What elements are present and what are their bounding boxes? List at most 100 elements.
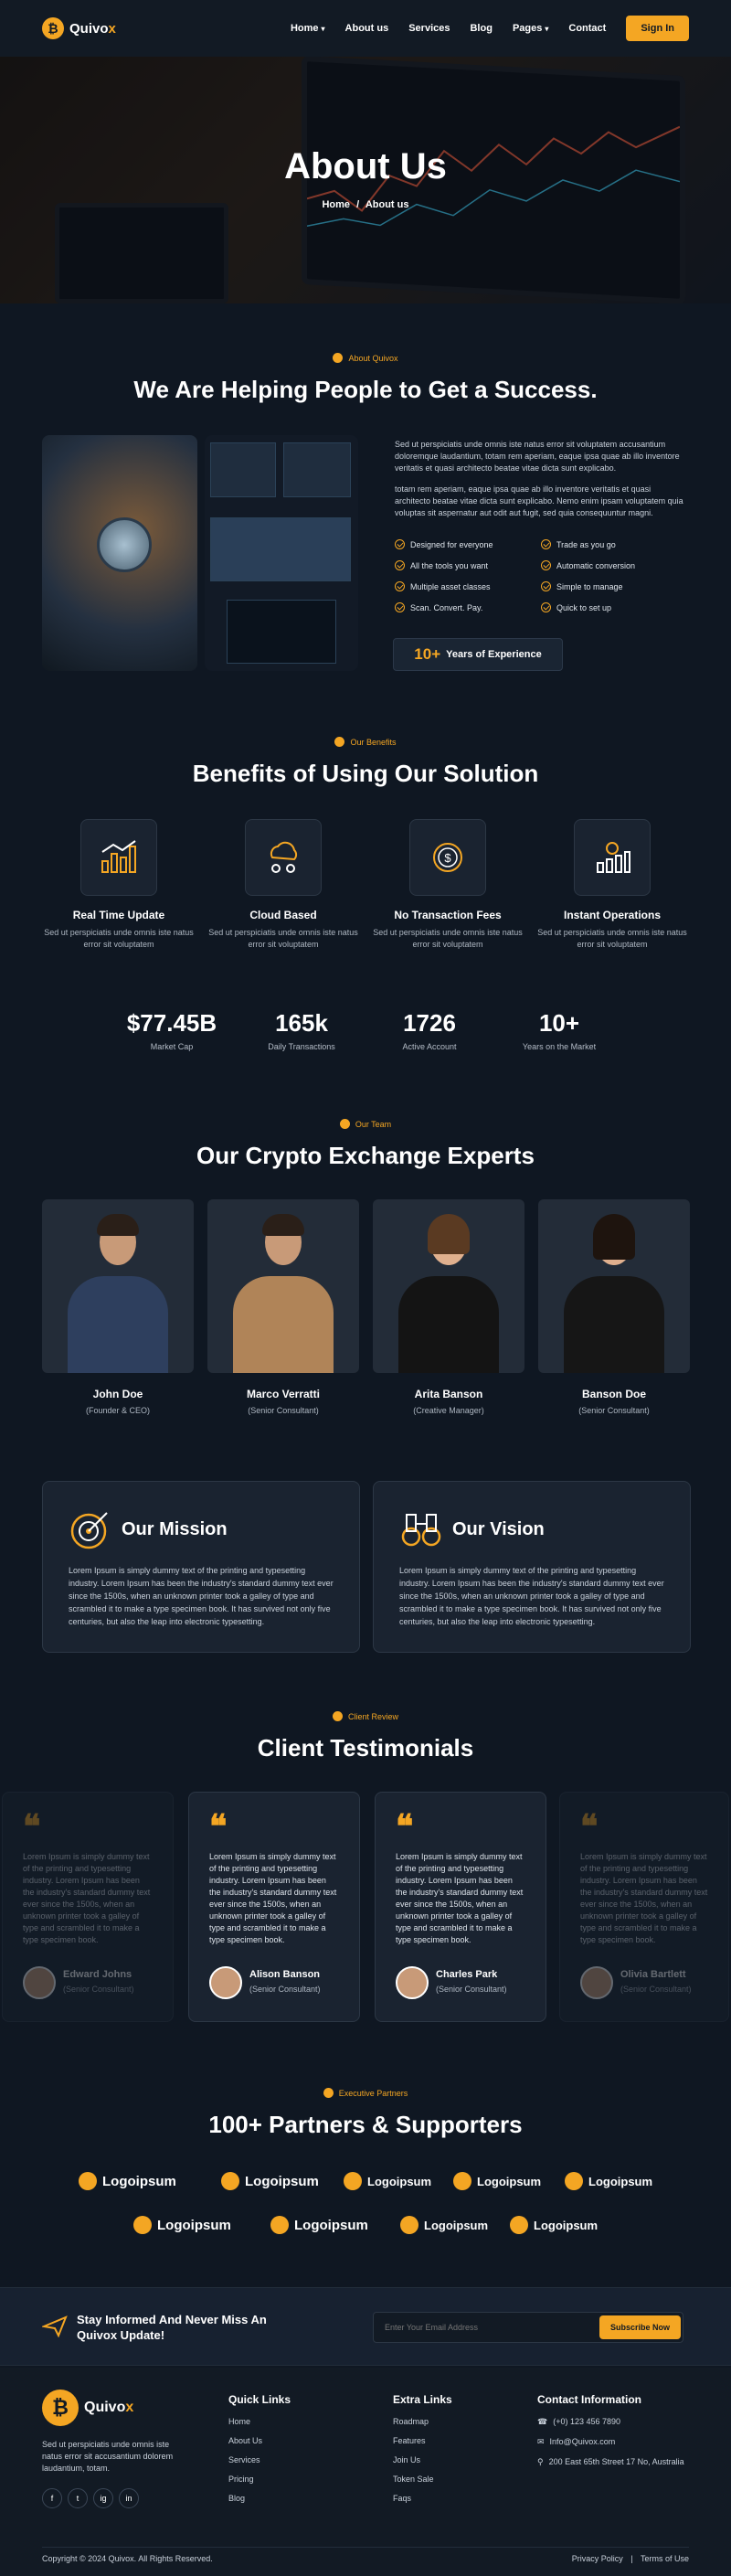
list-item: Scan. Convert. Pay.	[395, 602, 541, 612]
list-item: Designed for everyone	[395, 539, 541, 549]
gear-growth-icon	[574, 819, 651, 896]
breadcrumb-current: About us	[365, 199, 409, 210]
nav-item-blog[interactable]: Blog	[470, 23, 492, 34]
contact-info: Contact Information ☎ (+0) 123 456 7890 ✉…	[537, 2393, 684, 2466]
footer-link[interactable]: About Us	[228, 2436, 291, 2445]
footer-link[interactable]: Faqs	[393, 2494, 452, 2503]
experience-label: Years of Experience	[446, 649, 542, 660]
brand-logo[interactable]: ₿ Quivox	[42, 17, 116, 39]
signin-button[interactable]: Sign In	[626, 16, 689, 41]
terms-link[interactable]: Terms of Use	[641, 2554, 689, 2563]
benefit-title: Cloud Based	[249, 909, 317, 921]
privacy-link[interactable]: Privacy Policy	[572, 2554, 623, 2563]
nav-item-contact[interactable]: Contact	[568, 23, 606, 34]
footer-link[interactable]: Token Sale	[393, 2475, 452, 2484]
tag-dot-icon	[334, 737, 345, 747]
benefits-section-header: Our Benefits Benefits of Using Our Solut…	[0, 737, 731, 788]
benefit-title: No Transaction Fees	[394, 909, 502, 921]
footer-link[interactable]: Services	[228, 2455, 291, 2464]
brand-name: Quivo	[69, 20, 109, 37]
quote-icon: ❝	[580, 1807, 599, 1846]
benefit-card: $ No Transaction Fees Sed ut perspiciati…	[370, 819, 525, 951]
nav-item-services[interactable]: Services	[408, 23, 450, 34]
chevron-down-icon: ▾	[321, 24, 325, 33]
testimonial-card: ❝ Lorem Ipsum is simply dummy text of th…	[375, 1792, 546, 2022]
twitter-icon[interactable]: t	[68, 2488, 88, 2508]
quote-icon: ❝	[23, 1807, 41, 1846]
svg-text:$: $	[444, 851, 451, 865]
footer-divider	[42, 2547, 689, 2548]
footer-link[interactable]: Home	[228, 2417, 291, 2426]
hero-banner: About Us Home / About us	[0, 57, 731, 303]
team-member-card[interactable]: John Doe (Founder & CEO)	[42, 1199, 194, 1415]
partner-logo: Logoipsum	[400, 2216, 488, 2234]
team-member-card[interactable]: Arita Banson (Creative Manager)	[373, 1199, 524, 1415]
stat-item: 10+ Years on the Market	[495, 1009, 623, 1054]
dollar-coin-icon: $	[409, 819, 486, 896]
logo-mark-icon	[453, 2172, 471, 2190]
list-item: Quick to set up	[541, 602, 687, 612]
facebook-icon[interactable]: f	[42, 2488, 62, 2508]
section-title: Client Testimonials	[257, 1734, 474, 1762]
breadcrumb-home[interactable]: Home	[322, 199, 350, 210]
member-name: John Doe	[92, 1388, 143, 1400]
member-role: (Founder & CEO)	[85, 1406, 151, 1415]
nav-item-pages[interactable]: Pages ▾	[513, 23, 548, 34]
subscribe-button[interactable]: Subscribe Now	[599, 2315, 682, 2339]
check-circle-icon	[395, 560, 405, 570]
benefit-desc: Sed ut perspiciatis unde omnis iste natu…	[44, 928, 194, 949]
author-name: Charles Park	[436, 1969, 498, 1980]
author-role: (Senior Consultant)	[249, 1985, 321, 1994]
testimonial-card: ❝ Lorem Ipsum is simply dummy text of th…	[559, 1792, 729, 2022]
logo-mark-icon	[79, 2172, 97, 2190]
footer-link[interactable]: Join Us	[393, 2455, 452, 2464]
binoculars-icon	[401, 1514, 441, 1547]
logo-mark-icon	[133, 2216, 152, 2234]
logo-mark-icon	[221, 2172, 239, 2190]
member-name: Marco Verratti	[246, 1388, 321, 1400]
footer-link[interactable]: Roadmap	[393, 2417, 452, 2426]
partner-logo: Logoipsum	[565, 2172, 652, 2190]
page-title: About Us	[284, 146, 447, 186]
instagram-icon[interactable]: ig	[93, 2488, 113, 2508]
top-navbar: ₿ Quivox Home ▾ About us Services Blog Pa…	[0, 0, 731, 57]
footer-link[interactable]: Features	[393, 2436, 452, 2445]
member-role: (Senior Consultant)	[248, 1406, 319, 1415]
check-circle-icon	[395, 602, 405, 612]
team-member-card[interactable]: Marco Verratti (Senior Consultant)	[207, 1199, 359, 1415]
mission-card: Our Mission Lorem Ipsum is simply dummy …	[42, 1481, 360, 1653]
author-role: (Senior Consultant)	[620, 1985, 692, 1994]
logo-mark-icon	[344, 2172, 362, 2190]
testimonial-text: Lorem Ipsum is simply dummy text of the …	[23, 1852, 151, 1944]
site-footer: ₿ Quivox Sed ut perspiciatis unde omnis …	[0, 2368, 731, 2576]
logo-mark-icon	[510, 2216, 528, 2234]
partner-logo: Logoipsum	[453, 2172, 541, 2190]
section-title: 100+ Partners & Supporters	[208, 2111, 523, 2138]
contact-phone[interactable]: (+0) 123 456 7890	[553, 2417, 620, 2426]
footer-logo[interactable]: ₿ Quivox	[42, 2390, 133, 2426]
check-circle-icon	[541, 581, 551, 591]
nav-item-about[interactable]: About us	[345, 23, 389, 34]
tag-dot-icon	[323, 2088, 334, 2098]
avatar	[580, 1966, 613, 1999]
benefit-title: Real Time Update	[72, 909, 165, 921]
contact-email[interactable]: Info@Quivox.com	[550, 2437, 616, 2446]
author-name: Alison Banson	[249, 1969, 321, 1980]
author-role: (Senior Consultant)	[63, 1985, 134, 1994]
about-section-header: About Quivox We Are Helping People to Ge…	[0, 353, 731, 404]
list-item: Automatic conversion	[541, 560, 687, 570]
testimonial-text: Lorem Ipsum is simply dummy text of the …	[396, 1852, 524, 1944]
testimonial-card: ❝ Lorem Ipsum is simply dummy text of th…	[188, 1792, 360, 2022]
author-role: (Senior Consultant)	[436, 1985, 507, 1994]
section-title: Our Crypto Exchange Experts	[196, 1142, 535, 1169]
extra-links: Extra Links Roadmap Features Join Us Tok…	[393, 2393, 452, 2503]
footer-link[interactable]: Pricing	[228, 2475, 291, 2484]
linkedin-icon[interactable]: in	[119, 2488, 139, 2508]
social-links: f t ig in	[42, 2488, 144, 2508]
team-member-card[interactable]: Banson Doe (Senior Consultant)	[538, 1199, 690, 1415]
footer-link[interactable]: Blog	[228, 2494, 291, 2503]
check-circle-icon	[541, 560, 551, 570]
stat-value: 10+	[538, 1009, 580, 1037]
nav-item-home[interactable]: Home ▾	[291, 23, 325, 34]
section-title: Benefits of Using Our Solution	[192, 760, 539, 787]
